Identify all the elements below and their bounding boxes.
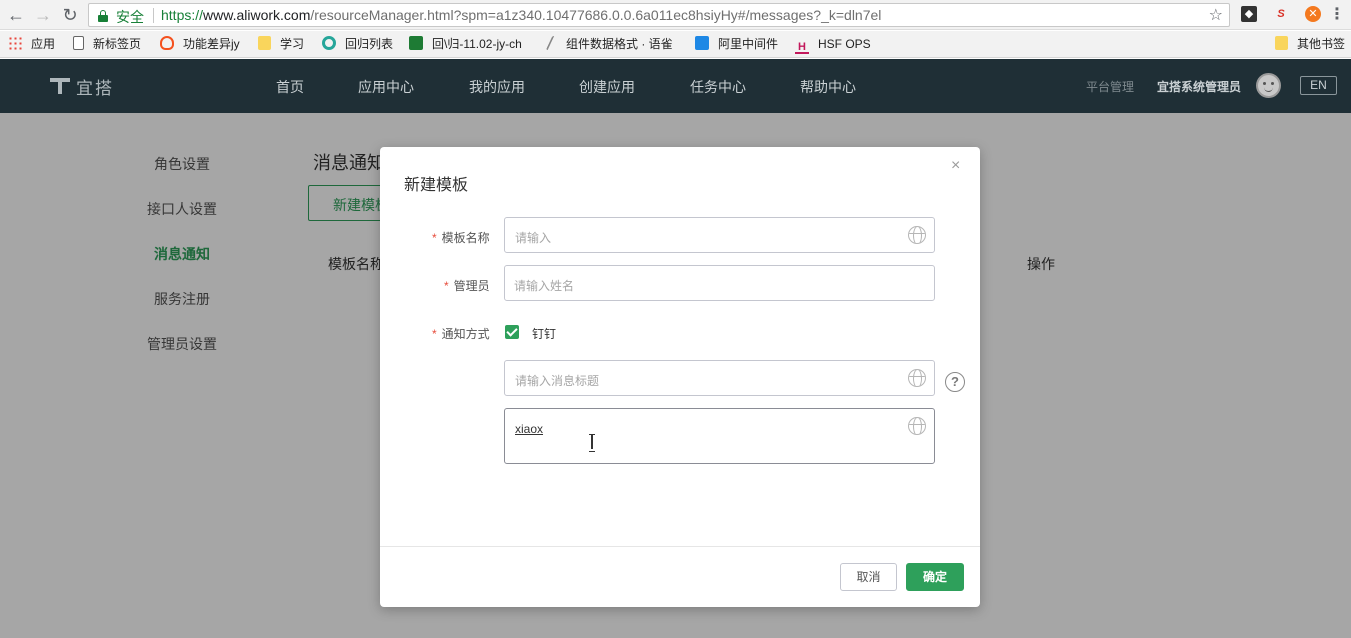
nav-my-apps[interactable]: 我的应用 — [469, 77, 525, 97]
nav-home[interactable]: 首页 — [276, 77, 304, 97]
platform-admin-link[interactable]: 平台管理 — [1086, 78, 1134, 95]
nav-help-center[interactable]: 帮助中心 — [800, 77, 856, 97]
cancel-button[interactable]: 取消 — [840, 563, 897, 591]
bookmark-study[interactable]: 学习 — [258, 36, 304, 52]
globe-icon[interactable] — [908, 369, 926, 387]
globe-icon[interactable] — [908, 417, 926, 435]
dialog-footer-divider — [380, 546, 980, 547]
browser-menu-icon[interactable]: ⋮ — [1327, 5, 1347, 25]
bookmark-diff[interactable]: 功能差异jy — [160, 36, 240, 52]
logo-text: 宜搭 — [76, 79, 114, 98]
folder-icon — [258, 36, 271, 50]
url-path: /resourceManager.html?spm=a1z340.1047768… — [310, 7, 882, 23]
secure-label: 安全 — [116, 9, 144, 25]
close-icon[interactable]: × — [951, 157, 960, 175]
dialog-title: 新建模板 — [404, 177, 469, 194]
user-name[interactable]: 宜搭系统管理员 — [1157, 78, 1241, 95]
dingtalk-checkbox-label[interactable]: 钉钉 — [532, 325, 556, 342]
reload-icon[interactable]: ↻ — [60, 5, 80, 25]
message-body-textarea[interactable]: xiaox — [504, 408, 935, 464]
app-header: 宜搭 首页 应用中心 我的应用 创建应用 任务中心 帮助中心 平台管理 宜搭系统… — [0, 59, 1351, 113]
nav-app-center[interactable]: 应用中心 — [358, 77, 414, 97]
help-icon[interactable]: ? — [945, 372, 965, 392]
text-cursor-icon — [589, 434, 595, 452]
avatar[interactable] — [1256, 73, 1281, 98]
bookmarks-bar: 应用 新标签页 功能差异jy 学习 回归列表 回\归-11.02-jy-ch 组… — [0, 31, 1351, 58]
extension-icon-3[interactable]: ✕ — [1305, 6, 1321, 22]
bookmark-regression[interactable]: 回归列表 — [322, 36, 393, 52]
bookmark-other[interactable]: 其他书签 — [1275, 36, 1345, 52]
bookmark-regression-jy[interactable]: 回\归-11.02-jy-ch — [409, 36, 522, 52]
bookmark-apps[interactable]: 应用 — [8, 36, 55, 52]
extension-icon-2[interactable]: S — [1273, 6, 1289, 22]
back-icon[interactable]: ← — [6, 5, 26, 25]
url-text[interactable]: https://www.aliwork.com/resourceManager.… — [161, 7, 881, 23]
nav-create-app[interactable]: 创建应用 — [579, 77, 635, 97]
admin-label: * 管理员 — [444, 279, 490, 293]
nav-task-center[interactable]: 任务中心 — [690, 77, 746, 97]
bookmark-star-icon[interactable]: ☆ — [1209, 5, 1223, 25]
globe-icon[interactable] — [908, 226, 926, 244]
browser-toolbar: ← → ↻ 安全 https://www.aliwork.com/resourc… — [0, 0, 1351, 30]
admin-input[interactable]: 请输入姓名 — [504, 265, 935, 301]
lightbulb-icon — [160, 36, 174, 50]
feather-icon — [545, 36, 561, 50]
address-bar[interactable]: 安全 https://www.aliwork.com/resourceManag… — [88, 3, 1230, 27]
address-divider — [153, 8, 154, 23]
bookmark-newtab[interactable]: 新标签页 — [73, 36, 141, 52]
notify-method-label: * 通知方式 — [432, 327, 490, 341]
new-template-dialog: 新建模板 × * 模板名称 请输入 * 管理员 请输入姓名 * 通知方式 钉钉 请输入… — [380, 147, 980, 607]
url-host: www.aliwork.com — [203, 7, 311, 23]
language-toggle[interactable]: EN — [1300, 76, 1337, 95]
hsf-icon: H — [795, 40, 809, 54]
bookmark-component-format[interactable]: 组件数据格式 · 语雀 — [545, 36, 673, 52]
bookmark-hsf[interactable]: H HSF OPS — [795, 36, 871, 54]
forward-icon[interactable]: → — [33, 5, 53, 25]
refresh-site-icon — [322, 36, 336, 50]
yuque-icon — [409, 36, 423, 50]
extension-icon-1[interactable]: ◆ — [1241, 6, 1257, 22]
apps-grid-icon — [8, 36, 22, 50]
template-name-label: * 模板名称 — [432, 231, 490, 245]
url-scheme: https:// — [161, 7, 204, 23]
folder-icon — [1275, 36, 1288, 50]
bookmark-middleware[interactable]: 阿里中间件 — [695, 36, 778, 52]
logo-icon — [50, 78, 70, 94]
lock-icon — [98, 10, 108, 22]
dingtalk-checkbox[interactable] — [505, 325, 519, 339]
page-icon — [73, 36, 84, 50]
middleware-icon — [695, 36, 709, 50]
template-name-input[interactable]: 请输入 — [504, 217, 935, 253]
message-title-input[interactable]: 请输入消息标题 — [504, 360, 935, 396]
confirm-button[interactable]: 确定 — [906, 563, 964, 591]
